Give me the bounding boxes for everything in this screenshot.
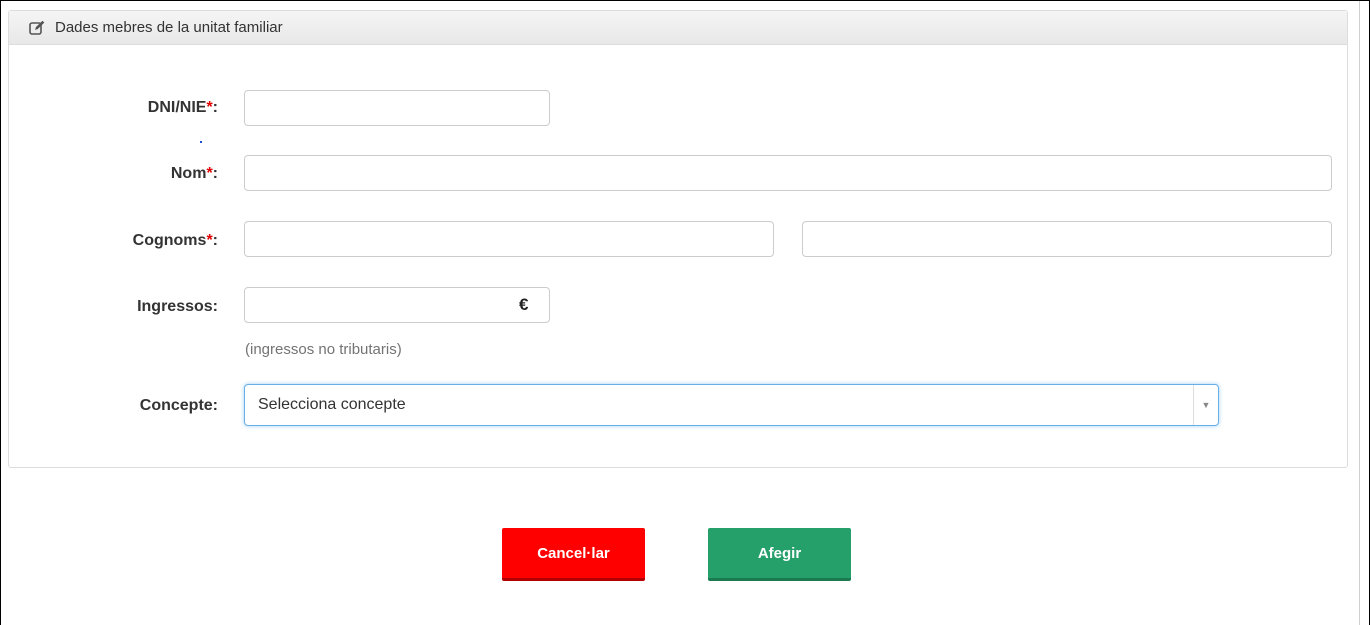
page: Dades mebres de la unitat familiar DNI/N… — [0, 0, 1370, 625]
dni-label: DNI/NIE*: — [148, 99, 218, 117]
ingressos-label: Ingressos: — [137, 298, 218, 316]
label-suffix: : — [212, 232, 218, 249]
nom-input[interactable] — [244, 155, 1332, 191]
add-button[interactable]: Afegir — [708, 528, 851, 581]
label-suffix: : — [212, 99, 218, 116]
concepte-label-text: Concepte: — [139, 397, 218, 414]
euro-symbol: € — [519, 295, 529, 314]
label-suffix: : — [212, 165, 218, 182]
ingressos-label-text: Ingressos: — [137, 298, 218, 315]
cognoms-label-text: Cognoms — [132, 232, 207, 249]
dni-label-text: DNI/NIE — [147, 99, 207, 116]
panel-title: Dades mebres de la unitat familiar — [55, 19, 283, 36]
cognoms-label: Cognoms*: — [133, 232, 218, 250]
dni-input[interactable] — [244, 90, 550, 126]
nom-label: Nom*: — [171, 165, 218, 183]
first-surname-input[interactable] — [244, 221, 774, 257]
ingressos-input[interactable] — [244, 287, 550, 323]
nom-label-text: Nom — [170, 165, 207, 182]
concepte-label: Concepte: — [140, 397, 218, 415]
edit-icon — [28, 20, 46, 36]
ingressos-help-text: (ingressos no tributaris) — [245, 341, 402, 358]
panel-heading: Dades mebres de la unitat familiar — [9, 11, 1347, 45]
marker-dot — [200, 141, 202, 143]
concepte-selected-value: Selecciona concepte — [258, 396, 406, 413]
caret-down-icon[interactable]: ▼ — [1193, 385, 1218, 425]
second-surname-input[interactable] — [802, 221, 1332, 257]
concepte-select[interactable]: Selecciona concepte ▼ — [244, 384, 1219, 426]
cancel-button[interactable]: Cancel·lar — [502, 528, 645, 581]
